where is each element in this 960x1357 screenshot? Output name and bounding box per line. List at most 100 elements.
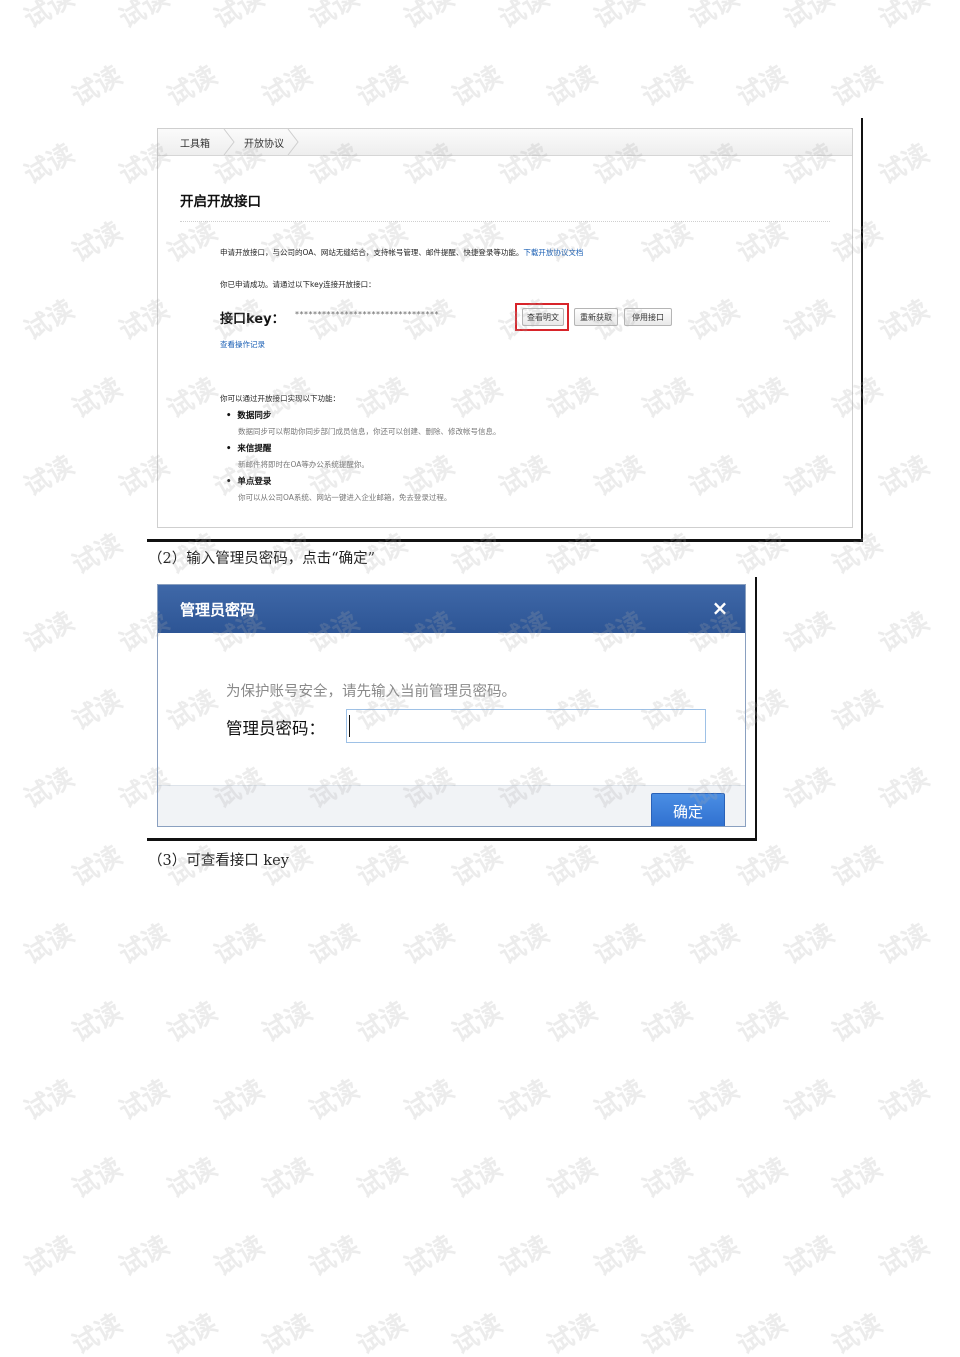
watermark-text: 试读	[257, 1152, 318, 1205]
feature-desc: 数据同步可以帮助你同步部门成员信息，你还可以创建、删除、修改帐号信息。	[238, 427, 501, 436]
breadcrumb-chevron-icon	[223, 129, 235, 155]
highlight-box	[515, 303, 569, 331]
download-doc-link[interactable]: 下载开放协议文档	[523, 248, 583, 257]
watermark-text: 试读	[67, 528, 128, 581]
watermark-text: 试读	[209, 0, 270, 35]
watermark-text: 试读	[779, 606, 840, 659]
screenshot-open-interface: 工具箱 开放协议 开启开放接口 申请开放接口，与公司的OA、网站无缝结合，支持帐…	[147, 118, 863, 542]
watermark-text: 试读	[447, 1152, 508, 1205]
watermark-text: 试读	[732, 840, 793, 893]
watermark-text: 试读	[67, 1152, 128, 1205]
watermark-text: 试读	[67, 216, 128, 269]
success-text: 你已申请成功。请通过以下key连接开放接口：	[220, 280, 376, 289]
screenshot-admin-password: 管理员密码 × 为保护账号安全，请先输入当前管理员密码。 管理员密码： 确定	[147, 577, 757, 841]
watermark-text: 试读	[162, 60, 223, 113]
watermark-text: 试读	[447, 1308, 508, 1357]
watermark-text: 试读	[589, 1074, 650, 1127]
disable-interface-button[interactable]: 停用接口	[624, 308, 672, 326]
confirm-button[interactable]: 确定	[651, 793, 725, 826]
watermark-text: 试读	[352, 1152, 413, 1205]
open-interface-panel: 工具箱 开放协议 开启开放接口 申请开放接口，与公司的OA、网站无缝结合，支持帐…	[157, 128, 853, 528]
watermark-text: 试读	[684, 0, 745, 35]
intro-text: 申请开放接口，与公司的OA、网站无缝结合，支持帐号管理、邮件提醒、快捷登录等功能…	[220, 248, 524, 257]
watermark-text: 试读	[399, 1230, 460, 1283]
watermark-text: 试读	[304, 1230, 365, 1283]
watermark-text: 试读	[67, 996, 128, 1049]
watermark-text: 试读	[542, 1308, 603, 1357]
watermark-text: 试读	[779, 1074, 840, 1127]
watermark-text: 试读	[399, 1074, 460, 1127]
watermark-text: 试读	[732, 1308, 793, 1357]
watermark-text: 试读	[732, 60, 793, 113]
watermark-text: 试读	[874, 918, 935, 971]
dialog-footer: 确定	[158, 785, 745, 826]
dialog-title: 管理员密码	[180, 601, 256, 619]
watermark-text: 试读	[874, 1230, 935, 1283]
watermark-text: 试读	[352, 1308, 413, 1357]
watermark-text: 试读	[827, 684, 888, 737]
watermark-text: 试读	[352, 60, 413, 113]
text-caret	[349, 715, 350, 737]
watermark-text: 试读	[19, 0, 80, 35]
watermark-text: 试读	[779, 918, 840, 971]
watermark-text: 试读	[494, 1230, 555, 1283]
watermark-text: 试读	[162, 996, 223, 1049]
watermark-text: 试读	[257, 1308, 318, 1357]
watermark-text: 试读	[19, 294, 80, 347]
watermark-text: 试读	[542, 60, 603, 113]
watermark-text: 试读	[19, 450, 80, 503]
feature-title: • 单点登录	[226, 477, 272, 487]
breadcrumb-item-open-protocol[interactable]: 开放协议	[244, 135, 284, 150]
admin-password-dialog: 管理员密码 × 为保护账号安全，请先输入当前管理员密码。 管理员密码： 确定	[157, 584, 746, 827]
watermark-text: 试读	[827, 996, 888, 1049]
watermark-text: 试读	[19, 1074, 80, 1127]
watermark-text: 试读	[257, 60, 318, 113]
watermark-text: 试读	[874, 138, 935, 191]
password-label: 管理员密码：	[226, 719, 325, 738]
breadcrumb: 工具箱 开放协议	[158, 129, 852, 156]
watermark-text: 试读	[684, 918, 745, 971]
watermark-text: 试读	[114, 1230, 175, 1283]
features-intro: 你可以通过开放接口实现以下功能：	[220, 394, 340, 403]
caption-step-3: （3）可查看接口 key	[148, 853, 289, 869]
watermark-text: 试读	[399, 0, 460, 35]
watermark-text: 试读	[67, 684, 128, 737]
watermark-text: 试读	[637, 1308, 698, 1357]
history-link[interactable]: 查看操作记录	[220, 339, 265, 350]
watermark-text: 试读	[67, 840, 128, 893]
divider	[180, 221, 830, 222]
watermark-text: 试读	[779, 0, 840, 35]
watermark-text: 试读	[874, 606, 935, 659]
watermark-text: 试读	[209, 1074, 270, 1127]
watermark-text: 试读	[257, 996, 318, 1049]
feature-desc: 你可以从公司OA系统、网站一键进入企业邮箱，免去登录过程。	[238, 493, 452, 502]
watermark-text: 试读	[874, 294, 935, 347]
dialog-hint: 为保护账号安全，请先输入当前管理员密码。	[226, 684, 516, 700]
regenerate-button[interactable]: 重新获取	[574, 308, 618, 326]
watermark-text: 试读	[114, 918, 175, 971]
watermark-text: 试读	[637, 840, 698, 893]
dialog-header: 管理员密码 ×	[158, 585, 745, 633]
watermark-text: 试读	[637, 1152, 698, 1205]
watermark-text: 试读	[874, 762, 935, 815]
close-icon[interactable]: ×	[709, 597, 731, 619]
watermark-text: 试读	[542, 996, 603, 1049]
feature-desc: 新邮件将即时在OA等办公系统提醒你。	[238, 460, 369, 469]
breadcrumb-item-toolbox[interactable]: 工具箱	[180, 135, 210, 150]
watermark-text: 试读	[637, 996, 698, 1049]
watermark-text: 试读	[19, 138, 80, 191]
caption-step-2: （2）输入管理员密码，点击“确定”	[148, 551, 376, 567]
watermark-text: 试读	[827, 1308, 888, 1357]
watermark-text: 试读	[19, 918, 80, 971]
watermark-text: 试读	[874, 0, 935, 35]
intro-text-row: 申请开放接口，与公司的OA、网站无缝结合，支持帐号管理、邮件提醒、快捷登录等功能…	[220, 247, 583, 258]
watermark-text: 试读	[494, 1074, 555, 1127]
watermark-text: 试读	[19, 1230, 80, 1283]
watermark-text: 试读	[162, 1152, 223, 1205]
watermark-text: 试读	[589, 1230, 650, 1283]
watermark-text: 试读	[67, 1308, 128, 1357]
watermark-text: 试读	[684, 1074, 745, 1127]
password-input[interactable]	[346, 709, 706, 743]
watermark-text: 试读	[114, 1074, 175, 1127]
watermark-text: 试读	[827, 840, 888, 893]
